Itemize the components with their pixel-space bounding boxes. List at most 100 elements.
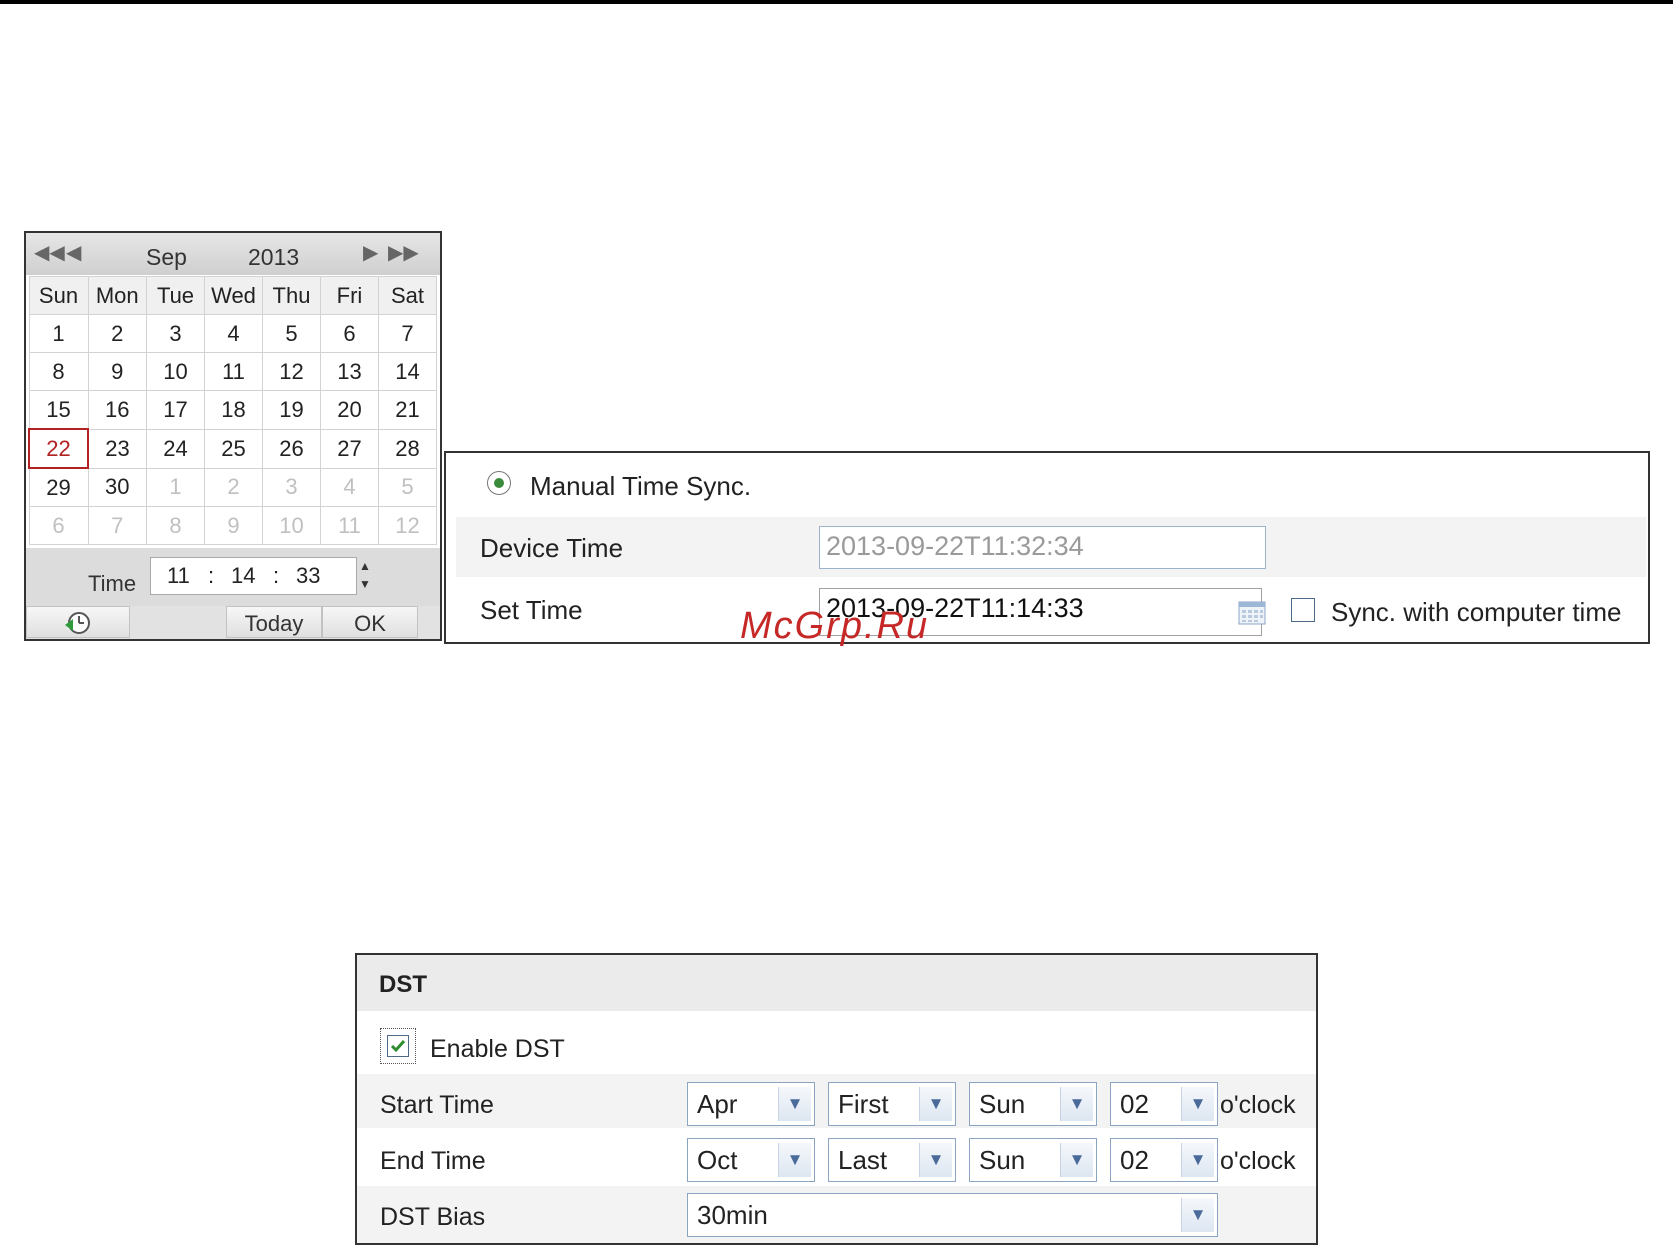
chevron-down-icon: ▼: [1060, 1143, 1093, 1177]
time-separator: :: [208, 563, 215, 588]
dst-panel: DST Enable DST Start Time Apr ▼ First ▼ Su…: [355, 953, 1318, 1245]
calendar-day[interactable]: 4: [204, 314, 263, 353]
calendar-day[interactable]: 3: [262, 467, 321, 507]
spin-up-icon[interactable]: ▲: [356, 557, 374, 575]
calendar-month[interactable]: Sep: [146, 244, 187, 271]
calendar-day[interactable]: 8: [28, 352, 89, 391]
end-week-select[interactable]: Last ▼: [828, 1138, 956, 1182]
calendar-day[interactable]: 9: [87, 352, 147, 391]
weekday-header: Sat: [378, 276, 437, 315]
prev-year-icon[interactable]: ◀◀: [34, 242, 65, 264]
calendar-day[interactable]: 1: [28, 314, 89, 353]
calendar-day[interactable]: 27: [320, 428, 379, 469]
calendar-time-bar: Time 11 : 14 : 33 ▲ ▼: [26, 548, 440, 606]
next-year-icon[interactable]: ▶▶: [388, 242, 419, 264]
calendar-day[interactable]: 19: [262, 390, 321, 430]
ok-button[interactable]: OK: [322, 606, 418, 638]
calendar-day[interactable]: 30: [87, 467, 147, 507]
calendar-day[interactable]: 11: [204, 352, 263, 391]
next-month-icon[interactable]: ▶: [363, 242, 378, 264]
manual-sync-label: Manual Time Sync.: [530, 471, 752, 501]
top-rule: [0, 0, 1673, 4]
calendar-day[interactable]: 18: [204, 390, 263, 430]
set-time-label: Set Time: [480, 595, 583, 625]
start-hour-select[interactable]: 02 ▼: [1110, 1082, 1218, 1126]
prev-month-icon[interactable]: ◀: [66, 242, 81, 264]
calendar-day[interactable]: 3: [146, 314, 205, 353]
calendar-day[interactable]: 26: [262, 428, 321, 469]
calendar-day[interactable]: 6: [320, 314, 379, 353]
dst-title: DST: [379, 971, 427, 998]
calendar-day[interactable]: 29: [28, 467, 89, 507]
calendar-day[interactable]: 28: [378, 428, 437, 469]
chevron-down-icon: ▼: [778, 1143, 811, 1177]
weekday-row: Sun Mon Tue Wed Thu Fri Sat: [28, 276, 437, 315]
calendar-day[interactable]: 12: [262, 352, 321, 391]
date-picker: ◀◀ ◀ Sep 2013 ▶ ▶▶ Sun Mon Tue Wed Thu Fri Sat…: [24, 231, 442, 641]
dst-header: DST: [357, 955, 1316, 1011]
calendar-footer: Today OK: [26, 606, 440, 639]
time-separator: :: [273, 563, 280, 588]
calendar-day[interactable]: 24: [146, 428, 205, 469]
manual-sync-radio[interactable]: [487, 471, 511, 495]
calendar-day[interactable]: 12: [378, 506, 437, 545]
calendar-day[interactable]: 25: [204, 428, 263, 469]
calendar-day[interactable]: 23: [87, 428, 147, 469]
calendar-day[interactable]: 2: [204, 467, 263, 507]
dst-bias-select[interactable]: 30min ▼: [687, 1193, 1218, 1237]
calendar-day[interactable]: 4: [320, 467, 379, 507]
calendar-day[interactable]: 10: [262, 506, 321, 545]
calendar-day[interactable]: 1: [146, 467, 205, 507]
calendar-day[interactable]: 21: [378, 390, 437, 430]
calendar-icon[interactable]: [1238, 601, 1266, 625]
calendar-day[interactable]: 14: [378, 352, 437, 391]
calendar-day[interactable]: 15: [28, 390, 89, 430]
enable-dst-checkbox[interactable]: [380, 1028, 416, 1064]
start-time-label: Start Time: [380, 1091, 494, 1119]
calendar-day[interactable]: 8: [146, 506, 205, 545]
calendar-day[interactable]: 7: [378, 314, 437, 353]
second-field[interactable]: 33: [296, 563, 320, 589]
end-day-select[interactable]: Sun ▼: [969, 1138, 1097, 1182]
sync-computer-label: Sync. with computer time: [1331, 597, 1622, 627]
clock-back-icon: [65, 612, 90, 634]
enable-dst-label: Enable DST: [430, 1035, 565, 1063]
hour-field[interactable]: 11: [167, 563, 190, 589]
weekday-header: Sun: [28, 276, 89, 315]
time-label: Time: [88, 571, 137, 596]
start-day-select[interactable]: Sun ▼: [969, 1082, 1097, 1126]
calendar-day[interactable]: 11: [320, 506, 379, 545]
sync-computer-checkbox[interactable]: [1291, 598, 1315, 622]
time-input[interactable]: 11 : 14 : 33: [150, 557, 357, 595]
calendar-day[interactable]: 5: [262, 314, 321, 353]
calendar-day[interactable]: 6: [28, 506, 89, 545]
calendar-day[interactable]: 5: [378, 467, 437, 507]
today-button[interactable]: Today: [226, 606, 322, 638]
clear-date-button[interactable]: [26, 606, 130, 638]
weekday-header: Tue: [146, 276, 205, 315]
calendar-day[interactable]: 16: [87, 390, 147, 430]
chevron-down-icon: ▼: [919, 1143, 952, 1177]
calendar-day[interactable]: 17: [146, 390, 205, 430]
start-week-select[interactable]: First ▼: [828, 1082, 956, 1126]
calendar-day[interactable]: 7: [87, 506, 147, 545]
calendar-day[interactable]: 9: [204, 506, 263, 545]
end-time-label: End Time: [380, 1147, 486, 1175]
calendar-header: ◀◀ ◀ Sep 2013 ▶ ▶▶: [26, 233, 440, 275]
end-oclock-label: o'clock: [1220, 1147, 1296, 1175]
spin-down-icon[interactable]: ▼: [356, 575, 374, 593]
calendar-day[interactable]: 13: [320, 352, 379, 391]
weekday-header: Thu: [262, 276, 321, 315]
calendar-year[interactable]: 2013: [248, 244, 299, 271]
calendar-week-row: 15 16 17 18 19 20 21: [28, 390, 437, 430]
minute-field[interactable]: 14: [231, 563, 255, 589]
chevron-down-icon: ▼: [919, 1087, 952, 1121]
end-month-select[interactable]: Oct ▼: [687, 1138, 815, 1182]
start-oclock-label: o'clock: [1220, 1091, 1296, 1119]
calendar-day[interactable]: 20: [320, 390, 379, 430]
calendar-day-selected[interactable]: 22: [28, 428, 89, 469]
end-hour-select[interactable]: 02 ▼: [1110, 1138, 1218, 1182]
start-month-select[interactable]: Apr ▼: [687, 1082, 815, 1126]
calendar-day[interactable]: 2: [87, 314, 147, 353]
calendar-day[interactable]: 10: [146, 352, 205, 391]
